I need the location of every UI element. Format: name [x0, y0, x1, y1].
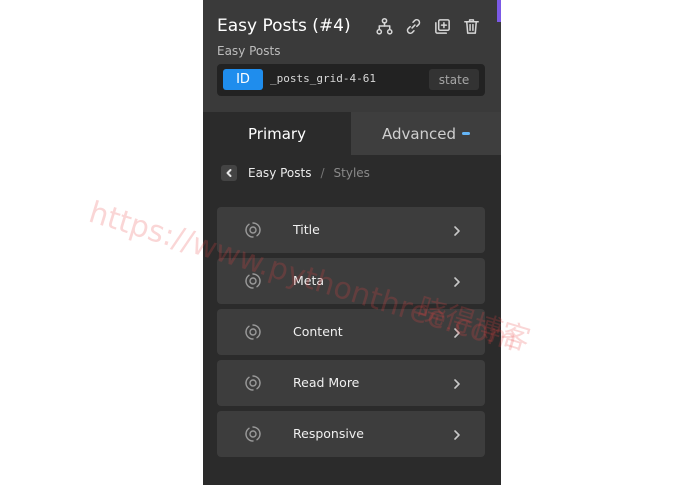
breadcrumb-current[interactable]: Easy Posts	[248, 166, 311, 180]
tab-advanced-label: Advanced	[381, 124, 457, 143]
style-sections-list: Title Meta Content Read More Responsive	[217, 207, 485, 462]
chevron-right-icon	[451, 274, 463, 288]
spinner-icon	[244, 221, 262, 239]
section-item-label: Title	[293, 222, 320, 237]
page-title: Easy Posts (#4)	[217, 16, 351, 36]
section-item-content[interactable]: Content	[217, 309, 485, 355]
chevron-right-icon	[451, 325, 463, 339]
section-item-responsive[interactable]: Responsive	[217, 411, 485, 457]
spinner-icon	[244, 425, 262, 443]
state-button[interactable]: state	[429, 69, 479, 90]
section-item-label: Meta	[293, 273, 325, 288]
spinner-icon	[244, 323, 262, 341]
header-actions	[374, 16, 481, 36]
advanced-indicator	[462, 132, 471, 135]
element-type-label: Easy Posts	[217, 44, 281, 58]
section-item-label: Responsive	[293, 426, 364, 441]
chevron-right-icon	[451, 427, 463, 441]
breadcrumb: Easy Posts / Styles	[221, 164, 370, 182]
spinner-icon	[244, 272, 262, 290]
link-icon[interactable]	[403, 16, 423, 36]
back-button[interactable]	[221, 165, 237, 181]
id-badge[interactable]: ID	[223, 69, 263, 90]
tab-primary[interactable]: Primary	[203, 112, 351, 155]
chevron-right-icon	[451, 376, 463, 390]
accent-strip	[497, 0, 501, 22]
tab-primary-label: Primary	[248, 124, 306, 143]
properties-panel: Easy Posts (#4) Easy Posts ID _posts_gri…	[203, 0, 501, 485]
section-item-label: Read More	[293, 375, 360, 390]
panel-header: Easy Posts (#4) Easy Posts ID _posts_gri…	[203, 0, 501, 112]
tab-advanced[interactable]: Advanced	[351, 112, 501, 155]
breadcrumb-separator: /	[320, 166, 325, 180]
duplicate-icon[interactable]	[432, 16, 452, 36]
section-item-title[interactable]: Title	[217, 207, 485, 253]
section-item-label: Content	[293, 324, 343, 339]
section-item-read-more[interactable]: Read More	[217, 360, 485, 406]
breadcrumb-child: Styles	[333, 166, 370, 180]
chevron-left-icon	[226, 169, 232, 177]
chevron-right-icon	[451, 223, 463, 237]
element-id-value[interactable]: _posts_grid-4-61	[270, 72, 376, 85]
trash-icon[interactable]	[461, 16, 481, 36]
panel-tabs: Primary Advanced	[203, 112, 501, 155]
hierarchy-icon[interactable]	[374, 16, 394, 36]
element-id-row: ID _posts_grid-4-61 state	[217, 64, 485, 96]
spinner-icon	[244, 374, 262, 392]
section-item-meta[interactable]: Meta	[217, 258, 485, 304]
